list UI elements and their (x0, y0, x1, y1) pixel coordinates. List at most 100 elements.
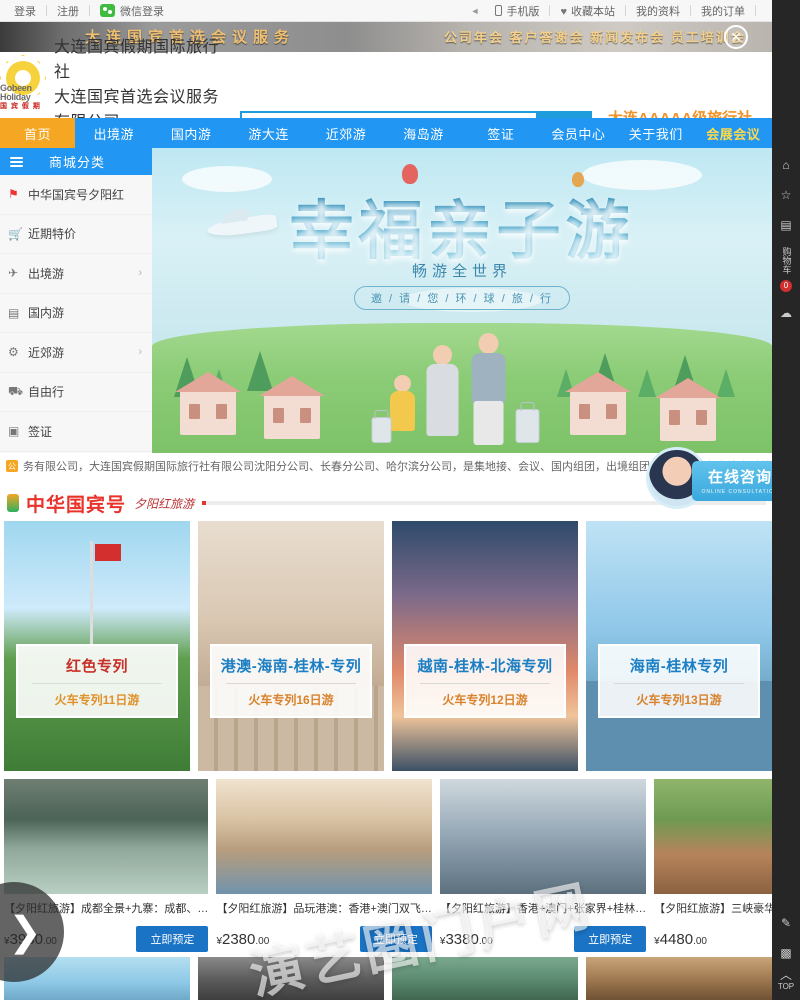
nav-item-expo-meeting[interactable]: 会展会议 (695, 118, 772, 148)
product-photo (586, 957, 772, 1000)
online-consult-widget[interactable]: 在线咨询 ONLINE CONSULTATION (646, 447, 788, 510)
notice-badge-icon: 公 (6, 460, 18, 472)
house-decoration (259, 376, 325, 439)
message-icon[interactable]: ▤ (772, 210, 800, 240)
card-divider (32, 683, 162, 684)
product-list: 【夕阳红旅游】成都全景+九寨：成都、… ¥3980.00 立即预定 【夕阳红旅游… (4, 779, 800, 954)
suitcase-decoration (515, 409, 540, 443)
topbar-divider (755, 5, 756, 16)
product-item[interactable]: 【夕阳红旅游】品玩港澳：香港+澳门双飞… ¥2380.00 立即预定 (216, 779, 432, 954)
sidebar-item-label: 中华国宾号夕阳红 (28, 187, 125, 202)
feature-card[interactable]: 海南-桂林专列 火车专列13日游 (586, 521, 772, 771)
card-title: 越南-桂林-北海专列 (417, 658, 553, 675)
feature-card[interactable]: 港澳-海南-桂林-专列 火车专列16日游 (198, 521, 384, 771)
product-title: 【夕阳红旅游】品玩港澳：香港+澳门双飞… (216, 903, 432, 915)
shopping-cart-button[interactable]: 购物车 0 (772, 240, 800, 292)
qrcode-icon[interactable]: ▩ (772, 938, 800, 968)
wechat-login-link[interactable]: 微信登录 (90, 3, 174, 19)
sidebar-item-domestic[interactable]: ▤ 国内游 (0, 294, 152, 333)
register-link[interactable]: 注册 (47, 3, 89, 19)
sidebar-item-label: 近期特价 (28, 227, 77, 242)
book-now-button[interactable]: 立即预定 (136, 926, 209, 952)
banner-tagline: 邀 / 请 / 您 / 环 / 球 / 旅 / 行 (353, 286, 571, 310)
price-decimals: .00 (693, 935, 707, 947)
nav-item-visa[interactable]: 签证 (462, 118, 539, 148)
house-decoration (565, 372, 631, 435)
cloud-icon[interactable]: ☁ (772, 298, 800, 328)
house-decoration (175, 372, 241, 435)
user-icon[interactable]: ⌂ (772, 150, 800, 180)
nav-item-domestic[interactable]: 国内游 (152, 118, 229, 148)
card-title: 海南-桂林专列 (629, 658, 729, 675)
banner-title: 幸福亲子游 (152, 180, 772, 272)
heart-icon: ♥ (560, 5, 567, 18)
nav-item-member-center[interactable]: 会员中心 (540, 118, 617, 148)
feature-card[interactable]: 红色专列 火车专列11日游 (4, 521, 190, 771)
my-profile-link[interactable]: 我的资料 (626, 3, 690, 19)
back-to-top-arrow-icon[interactable]: ︿ (772, 968, 800, 982)
collapse-arrow-icon[interactable]: ◄ (471, 6, 480, 16)
sidebar-item-special-offers[interactable]: 🛒 近期特价 (0, 215, 152, 254)
card-divider (226, 683, 356, 684)
sidebar-item-suburban[interactable]: ⚙ 近郊游 › (0, 333, 152, 373)
feedback-pencil-icon[interactable]: ✎ (772, 908, 800, 938)
logo-cn-small: 国 宾 假 期 (0, 102, 41, 110)
nav-item-home[interactable]: 首页 (0, 118, 75, 148)
logo-en-line2: Holiday (0, 92, 31, 103)
topbar-right-group: ◄ 手机版 ♥ 收藏本站 我的资料 我的订单 (471, 3, 772, 19)
favorite-star-icon[interactable]: ☆ (772, 180, 800, 210)
bookmark-site-link[interactable]: ♥ 收藏本站 (550, 3, 625, 19)
nav-item-about-us[interactable]: 关于我们 (617, 118, 694, 148)
nav-item-dalian[interactable]: 游大连 (230, 118, 307, 148)
product-photo (198, 957, 384, 1000)
car-icon: ⛟ (8, 383, 24, 398)
family-illustration (370, 320, 555, 445)
sidebar-header[interactable]: 商城分类 (0, 148, 152, 175)
card-divider (420, 683, 550, 684)
site-logo[interactable]: Gobeen Holiday 国 宾 假 期 大连国宾假期国际旅行社 大连国宾首… (0, 37, 230, 131)
product-item[interactable] (586, 957, 772, 1000)
product-price: ¥2380.00 (216, 931, 269, 948)
ad-items-text: 公司年会 客户答谢会 新闻发布会 员工培训会 (444, 30, 746, 45)
card-subtitle: 火车专列11日游 (54, 693, 140, 707)
sidebar-item-label: 近郊游 (28, 345, 65, 360)
hero-section: 商城分类 ⚑ 中华国宾号夕阳红 🛒 近期特价 ✈ 出境游 › ▤ 国内游 ⚙ 近… (0, 148, 772, 453)
product-item[interactable] (198, 957, 384, 1000)
card-divider (614, 683, 744, 684)
login-link[interactable]: 登录 (4, 3, 46, 19)
chevron-right-icon: ❯ (8, 910, 42, 954)
tree-decoration (638, 369, 656, 397)
price-value: 4480 (659, 930, 694, 948)
phone-icon (495, 4, 503, 16)
back-to-top-button[interactable]: TOP (772, 980, 800, 992)
section-subtitle: 夕阳红旅游 (134, 496, 195, 511)
ad-close-button[interactable]: ✕ (724, 25, 748, 49)
sidebar-item-free-travel[interactable]: ⛟ 自由行 (0, 373, 152, 412)
page-root: 登录 注册 微信登录 ◄ 手机版 ♥ 收藏本站 我的资料 我的订单 大连国宾首选… (0, 0, 800, 1000)
hero-banner[interactable]: 幸福亲子游 畅游全世界 邀 / 请 / 您 / 环 / 球 / 旅 / 行 (152, 148, 772, 453)
product-item[interactable] (392, 957, 578, 1000)
logo-wordmark: Gobeen Holiday 国 宾 假 期 (0, 83, 41, 110)
product-item[interactable]: 【夕阳红旅游】香港+澳门+张家界+桂林… ¥3380.00 立即预定 (439, 779, 647, 954)
book-now-button[interactable]: 立即预定 (359, 926, 432, 952)
wechat-login-label: 微信登录 (120, 5, 164, 18)
nav-item-suburban[interactable]: 近郊游 (307, 118, 384, 148)
sidebar-item-label: 自由行 (28, 385, 65, 400)
card-caption: 红色专列 火车专列11日游 (16, 644, 178, 718)
sidebar-item-zhonghua-guobin[interactable]: ⚑ 中华国宾号夕阳红 (0, 175, 152, 215)
my-orders-link[interactable]: 我的订单 (691, 3, 755, 19)
mobile-version-link[interactable]: 手机版 (485, 3, 549, 19)
right-floating-rail: ⌂ ☆ ▤ 购物车 0 ☁ ✎ ▩ ︿ TOP (772, 0, 800, 1000)
nav-item-outbound[interactable]: 出境游 (75, 118, 152, 148)
train-icon: ▤ (8, 305, 20, 320)
book-now-button[interactable]: 立即预定 (574, 926, 647, 952)
sidebar-item-visa[interactable]: ▣ 签证 (0, 412, 152, 452)
site-header: Gobeen Holiday 国 宾 假 期 大连国宾假期国际旅行社 大连国宾首… (0, 37, 772, 162)
nav-item-island[interactable]: 海岛游 (385, 118, 462, 148)
cart-icon: 🛒 (8, 226, 23, 241)
sidebar-item-outbound[interactable]: ✈ 出境游 › (0, 254, 152, 294)
feature-card[interactable]: 越南-桂林-北海专列 火车专列12日游 (392, 521, 578, 771)
card-subtitle: 火车专列12日游 (442, 693, 528, 707)
mobile-version-label: 手机版 (506, 5, 540, 18)
card-caption: 海南-桂林专列 火车专列13日游 (598, 644, 760, 718)
